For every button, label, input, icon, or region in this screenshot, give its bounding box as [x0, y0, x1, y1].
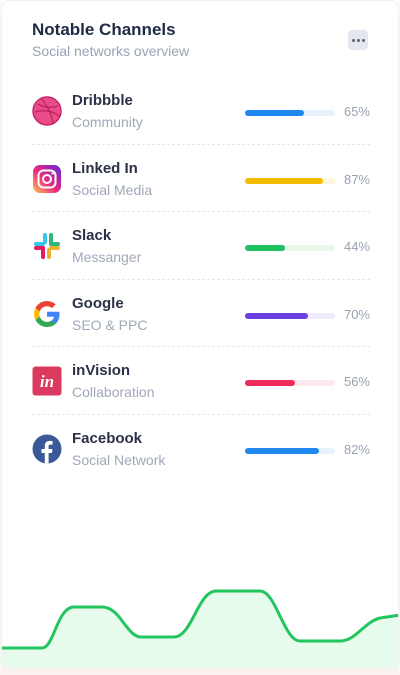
channel-name: Dribbble: [72, 92, 133, 109]
channel-name: Slack: [72, 227, 112, 244]
page-bottom-tint: [0, 668, 400, 675]
channel-name: inVision: [72, 362, 131, 379]
channel-category: Collaboration: [72, 384, 155, 400]
progress-bar-fill: [245, 110, 304, 116]
slack-icon: [34, 233, 60, 259]
more-dots-icon-dot-3: [361, 38, 365, 42]
progress-bar: [245, 312, 335, 319]
svg-text:in: in: [40, 372, 54, 391]
channel-row[interactable]: Slack Messanger 44%: [32, 212, 370, 280]
progress-bar: [245, 245, 335, 251]
channel-percent: 70%: [343, 306, 370, 322]
channel-list: Dribbble Community 65% Linked In Social …: [32, 77, 370, 482]
channel-row[interactable]: Dribbble Community 65%: [32, 77, 370, 145]
notable-channels-card: Notable Channels Social networks overvie…: [1, 0, 399, 670]
progress-bar-fill: [245, 245, 285, 251]
channel-row[interactable]: Facebook Social Network 82%: [32, 415, 370, 483]
instagram-icon: [33, 164, 61, 193]
channel-percent: 87%: [343, 171, 370, 187]
progress-bar: [245, 447, 335, 454]
channel-name: Google: [72, 294, 124, 312]
channel-percent: 44%: [343, 239, 370, 254]
channel-category: Messanger: [72, 249, 142, 265]
google-icon: [34, 300, 60, 327]
channel-row[interactable]: in inVision Collaboration 56%: [32, 347, 370, 415]
facebook-icon: [32, 434, 62, 463]
channel-category: Community: [72, 114, 143, 130]
progress-bar: [245, 177, 335, 184]
progress-bar-fill: [245, 177, 324, 184]
progress-bar: [245, 380, 335, 386]
channel-category: SEO & PPC: [72, 316, 148, 333]
more-dots-icon: [351, 38, 355, 42]
channel-name: Facebook: [72, 429, 143, 447]
more-options-button[interactable]: [348, 30, 368, 50]
channel-name: Linked In: [72, 159, 138, 177]
channel-percent: 65%: [343, 104, 370, 119]
card-header: Notable Channels Social networks overvie…: [32, 20, 368, 60]
progress-bar-fill: [245, 380, 296, 386]
card-subtitle: Social networks overview: [32, 43, 190, 59]
progress-bar: [245, 110, 335, 116]
progress-bar-fill: [245, 312, 308, 319]
channel-percent: 56%: [343, 374, 370, 389]
card-title: Notable Channels: [32, 20, 176, 39]
channel-category: Social Network: [72, 451, 166, 468]
channel-row[interactable]: Google SEO & PPC 70%: [32, 280, 370, 347]
channel-percent: 82%: [343, 441, 370, 457]
invision-icon: in: [32, 366, 62, 396]
dribbble-icon: [32, 96, 62, 126]
activity-wave-chart: [2, 589, 398, 669]
more-dots-icon-dot-2: [356, 38, 360, 42]
channel-category: Social Media: [72, 181, 153, 198]
progress-bar-fill: [245, 447, 319, 454]
channel-row[interactable]: Linked In Social Media 87%: [32, 145, 370, 212]
